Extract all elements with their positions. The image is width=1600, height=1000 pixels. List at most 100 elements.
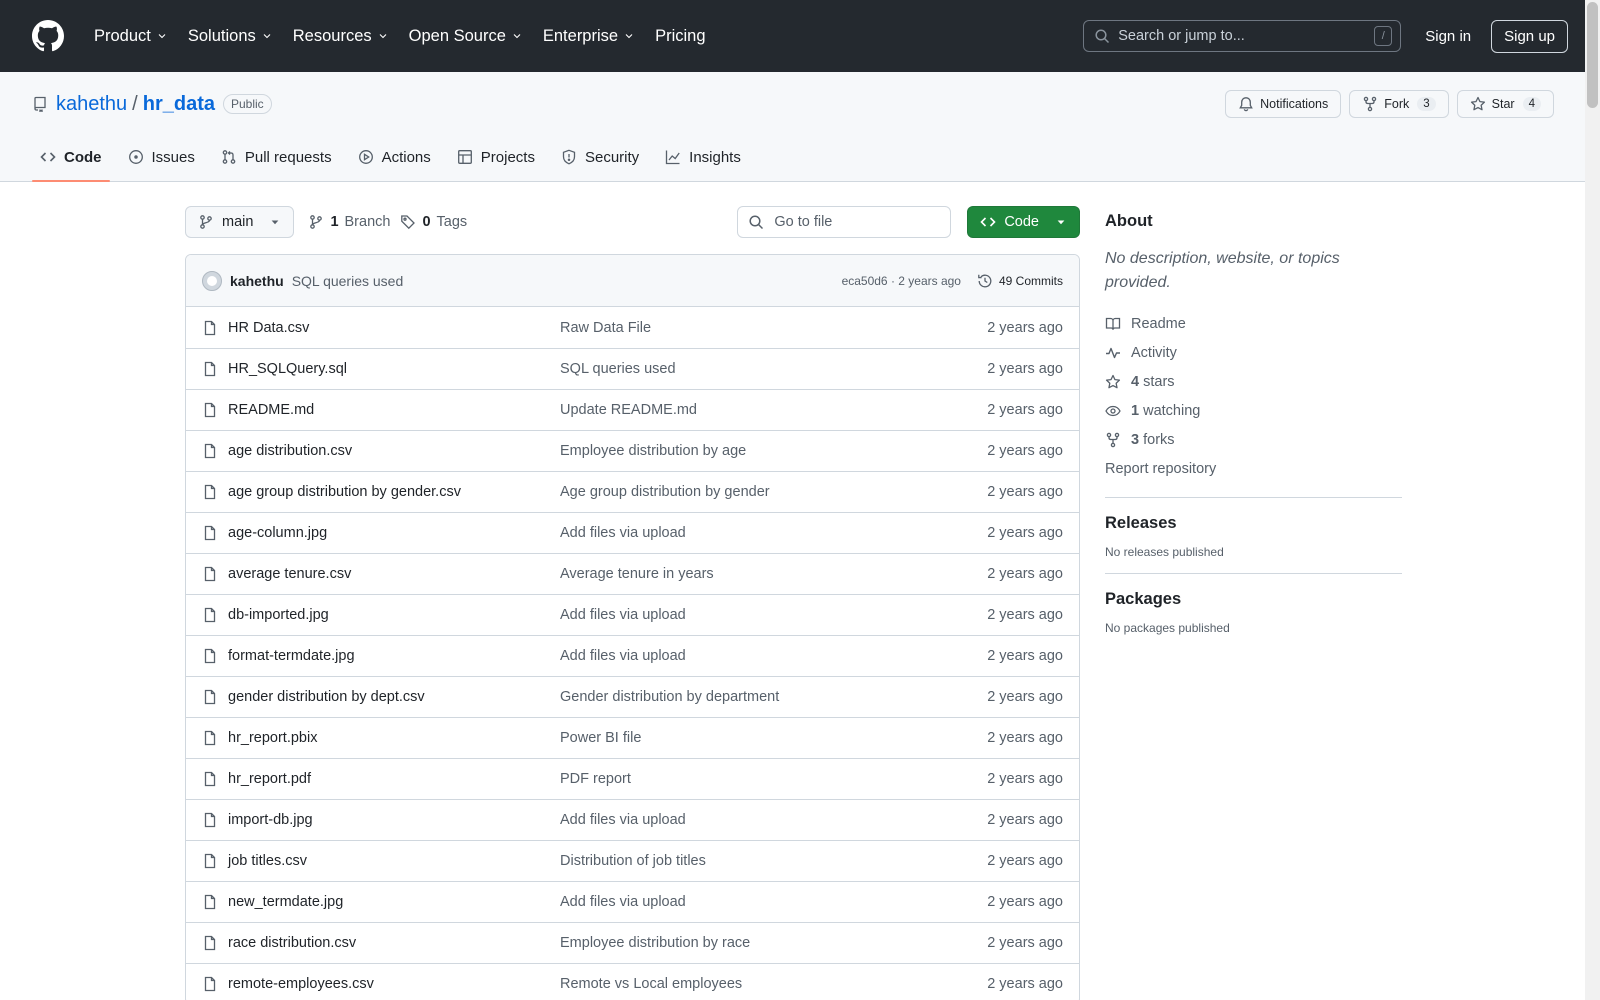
stars-link[interactable]: 4 stars (1105, 367, 1402, 396)
file-name-link[interactable]: README.md (228, 402, 560, 418)
table-row[interactable]: format-termdate.jpg Add files via upload 2… (186, 635, 1079, 676)
table-row[interactable]: HR Data.csv Raw Data File 2 years ago (186, 307, 1079, 348)
branch-select-button[interactable]: main (185, 206, 295, 238)
table-row[interactable]: hr_report.pdf PDF report 2 years ago (186, 758, 1079, 799)
file-commit-message-link[interactable]: Add files via upload (560, 648, 943, 664)
tab-insights-label: Insights (689, 148, 741, 166)
report-repository-link[interactable]: Report repository (1105, 454, 1402, 483)
activity-link[interactable]: Activity (1105, 338, 1402, 367)
chevron-down-icon (511, 30, 523, 42)
star-button[interactable]: Star 4 (1456, 90, 1554, 118)
table-row[interactable]: race distribution.csv Employee distributi… (186, 922, 1079, 963)
notifications-button[interactable]: Notifications (1225, 90, 1342, 118)
file-icon (202, 894, 218, 910)
tags-link[interactable]: 0 Tags (400, 214, 467, 230)
table-row[interactable]: job titles.csv Distribution of job titles… (186, 840, 1079, 881)
nav-solutions[interactable]: Solutions (180, 21, 281, 52)
table-row[interactable]: db-imported.jpg Add files via upload 2 yea… (186, 594, 1079, 635)
nav-resources[interactable]: Resources (285, 21, 397, 52)
commit-author-link[interactable]: kahethu (230, 273, 284, 289)
table-icon (457, 149, 473, 165)
file-name-link[interactable]: new_termdate.jpg (228, 894, 560, 910)
table-row[interactable]: remote-employees.csv Remote vs Local empl… (186, 963, 1079, 1000)
file-commit-message-link[interactable]: Average tenure in years (560, 566, 943, 582)
tab-pull-requests[interactable]: Pull requests (213, 133, 340, 181)
global-search-input[interactable]: Search or jump to... / (1083, 20, 1402, 52)
tab-actions[interactable]: Actions (350, 133, 439, 181)
fork-button[interactable]: Fork 3 (1349, 90, 1449, 118)
watchers-link[interactable]: 1 watching (1105, 396, 1402, 425)
nav-open-source[interactable]: Open Source (401, 21, 531, 52)
table-row[interactable]: age distribution.csv Employee distributio… (186, 430, 1079, 471)
file-name-link[interactable]: age group distribution by gender.csv (228, 484, 560, 500)
file-name-link[interactable]: HR_SQLQuery.sql (228, 361, 560, 377)
file-commit-message-link[interactable]: Employee distribution by race (560, 935, 943, 951)
file-commit-message-link[interactable]: Add files via upload (560, 894, 943, 910)
table-row[interactable]: hr_report.pbix Power BI file 2 years ago (186, 717, 1079, 758)
readme-link[interactable]: Readme (1105, 309, 1402, 338)
table-row[interactable]: new_termdate.jpg Add files via upload 2 ye… (186, 881, 1079, 922)
page-scrollbar[interactable] (1585, 0, 1600, 1000)
table-row[interactable]: age-column.jpg Add files via upload 2 year… (186, 512, 1079, 553)
file-name-link[interactable]: age distribution.csv (228, 443, 560, 459)
tab-insights[interactable]: Insights (657, 133, 749, 181)
sign-in-link[interactable]: Sign in (1417, 22, 1479, 51)
file-name-link[interactable]: remote-employees.csv (228, 976, 560, 992)
file-name-link[interactable]: format-termdate.jpg (228, 648, 560, 664)
file-name-link[interactable]: hr_report.pdf (228, 771, 560, 787)
file-commit-message-link[interactable]: Power BI file (560, 730, 943, 746)
file-name-link[interactable]: hr_report.pbix (228, 730, 560, 746)
file-commit-message-link[interactable]: Add files via upload (560, 812, 943, 828)
tab-security[interactable]: Security (553, 133, 647, 181)
tab-code[interactable]: Code (32, 133, 110, 182)
file-commit-date: 2 years ago (987, 484, 1063, 500)
go-to-file-input[interactable]: Go to file (737, 206, 952, 238)
commit-message-link[interactable]: SQL queries used (292, 273, 404, 289)
tab-projects[interactable]: Projects (449, 133, 543, 181)
packages-heading[interactable]: Packages (1105, 590, 1402, 609)
file-name-link[interactable]: db-imported.jpg (228, 607, 560, 623)
file-commit-date: 2 years ago (987, 689, 1063, 705)
file-commit-message-link[interactable]: SQL queries used (560, 361, 943, 377)
forks-link[interactable]: 3 forks (1105, 425, 1402, 454)
github-logo-icon[interactable] (32, 20, 64, 52)
scrollbar-thumb[interactable] (1587, 2, 1598, 108)
repo-owner-link[interactable]: kahethu (56, 93, 127, 116)
table-row[interactable]: README.md Update README.md 2 years ago (186, 389, 1079, 430)
file-name-link[interactable]: average tenure.csv (228, 566, 560, 582)
nav-enterprise[interactable]: Enterprise (535, 21, 643, 52)
file-name-link[interactable]: age-column.jpg (228, 525, 560, 541)
repo-name-link[interactable]: hr_data (143, 93, 215, 116)
table-row[interactable]: gender distribution by dept.csv Gender di… (186, 676, 1079, 717)
commit-hash-time[interactable]: eca50d6 · 2 years ago (842, 274, 961, 288)
file-commit-message-link[interactable]: Age group distribution by gender (560, 484, 943, 500)
file-name-link[interactable]: gender distribution by dept.csv (228, 689, 560, 705)
file-name-link[interactable]: job titles.csv (228, 853, 560, 869)
sign-up-button[interactable]: Sign up (1491, 19, 1568, 53)
commits-history-link[interactable]: 49 Commits (977, 273, 1063, 289)
tab-issues[interactable]: Issues (120, 133, 203, 181)
file-commit-message-link[interactable]: Update README.md (560, 402, 943, 418)
file-name-link[interactable]: race distribution.csv (228, 935, 560, 951)
file-commit-message-link[interactable]: PDF report (560, 771, 943, 787)
file-name-link[interactable]: import-db.jpg (228, 812, 560, 828)
avatar[interactable] (202, 270, 222, 291)
activity-label: Activity (1131, 344, 1177, 361)
file-commit-message-link[interactable]: Add files via upload (560, 607, 943, 623)
file-commit-message-link[interactable]: Remote vs Local employees (560, 976, 943, 992)
file-commit-message-link[interactable]: Add files via upload (560, 525, 943, 541)
table-row[interactable]: average tenure.csv Average tenure in year… (186, 553, 1079, 594)
table-row[interactable]: age group distribution by gender.csv Age … (186, 471, 1079, 512)
file-name-link[interactable]: HR Data.csv (228, 320, 560, 336)
nav-product[interactable]: Product (86, 21, 176, 52)
file-commit-message-link[interactable]: Employee distribution by age (560, 443, 943, 459)
nav-pricing[interactable]: Pricing (647, 21, 713, 52)
file-commit-message-link[interactable]: Raw Data File (560, 320, 943, 336)
releases-heading[interactable]: Releases (1105, 514, 1402, 533)
branches-link[interactable]: 1 Branch (308, 214, 390, 230)
table-row[interactable]: import-db.jpg Add files via upload 2 years… (186, 799, 1079, 840)
table-row[interactable]: HR_SQLQuery.sql SQL queries used 2 years a… (186, 348, 1079, 389)
file-commit-message-link[interactable]: Gender distribution by department (560, 689, 943, 705)
code-dropdown-button[interactable]: Code (967, 206, 1080, 238)
file-commit-message-link[interactable]: Distribution of job titles (560, 853, 943, 869)
